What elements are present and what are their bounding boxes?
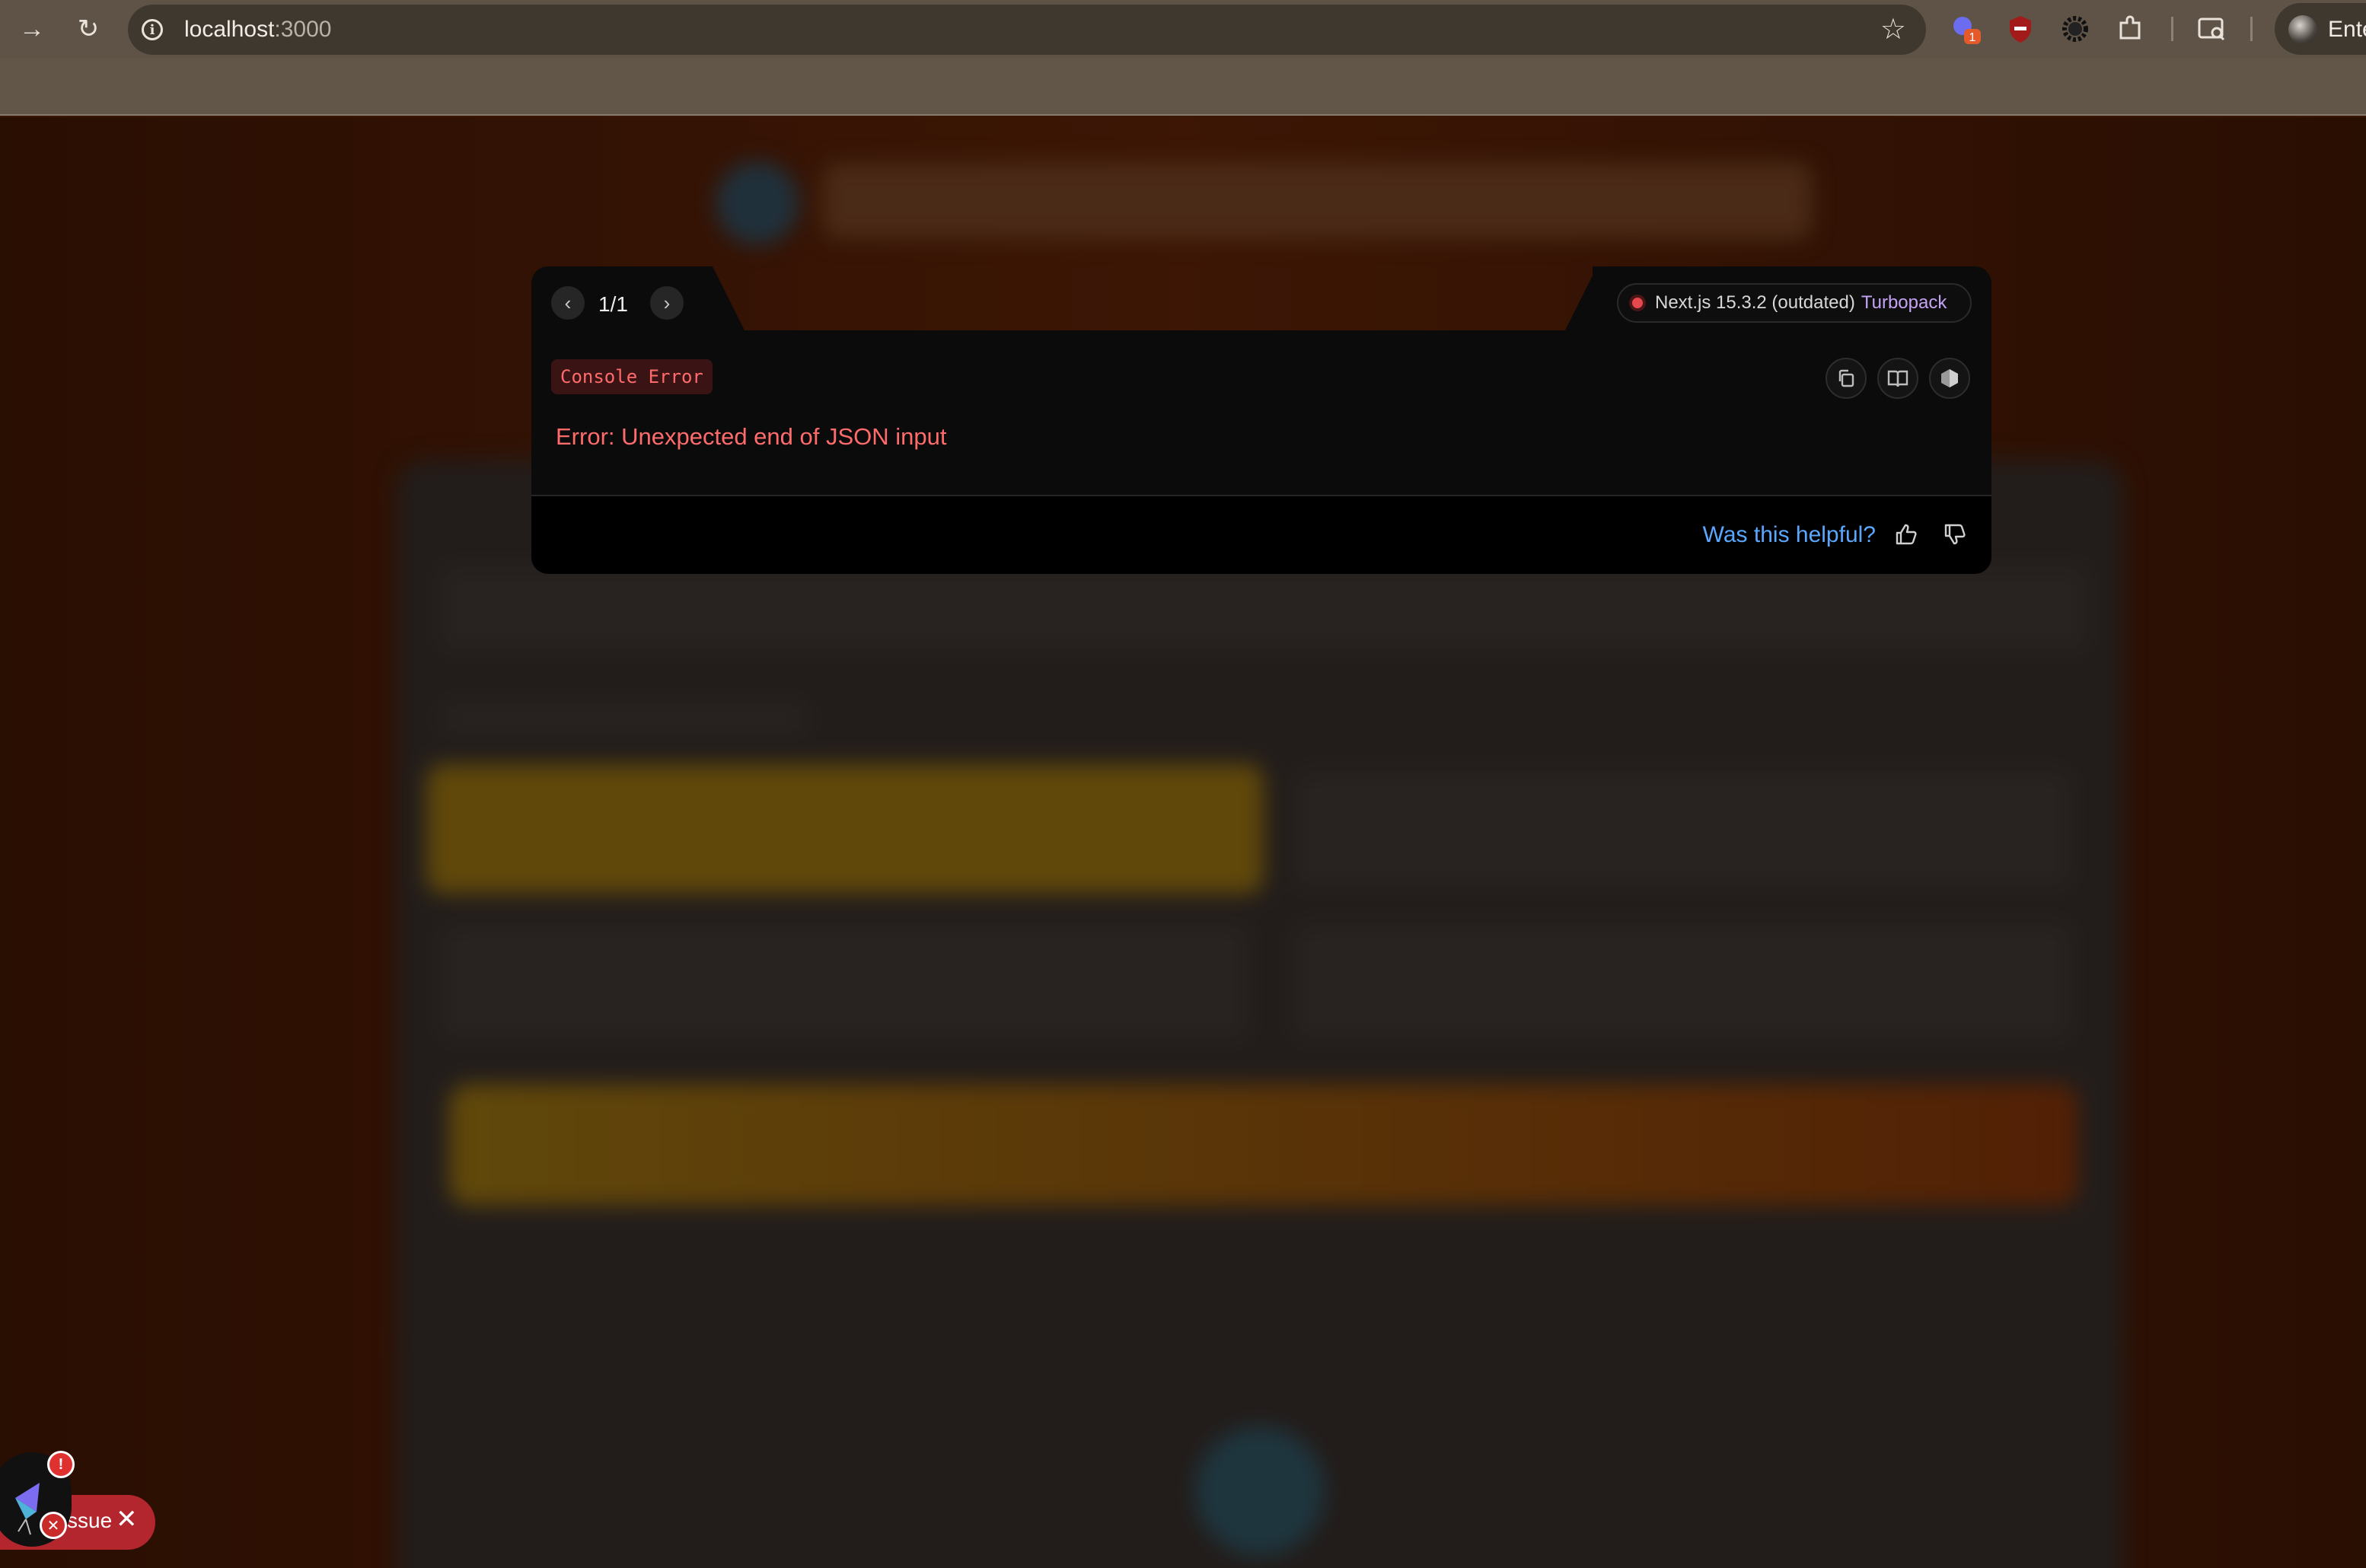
feedback-prompt: Was this helpful?	[1702, 522, 1876, 547]
profile-button[interactable]: Ente	[2275, 3, 2366, 55]
url-text[interactable]: localhost:3000	[184, 17, 331, 43]
profile-label: Ente	[2328, 17, 2366, 42]
dialog-header: ‹ 1/1 › Next.js 15.3.2 (outdated) Turbop…	[531, 266, 1991, 330]
shield-extension-icon[interactable]	[2004, 12, 2037, 46]
forward-icon[interactable]: →	[14, 11, 50, 47]
error-type-badge: Console Error	[551, 359, 713, 394]
copy-stack-icon[interactable]	[1826, 358, 1867, 399]
thumbs-up-icon[interactable]	[1889, 518, 1923, 551]
address-bar[interactable]: i localhost:3000 ☆	[128, 5, 1926, 55]
site-info-icon[interactable]: i	[142, 19, 163, 40]
dialog-body: Console Error Error: Unexpected end of J…	[531, 330, 1991, 495]
error-message: Error: Unexpected end of JSON input	[556, 423, 947, 450]
toolbar-divider	[2250, 17, 2253, 41]
browser-toolbar: → ↻ i localhost:3000 ☆ 1 Ente	[0, 0, 2366, 58]
next-error-icon[interactable]: ›	[650, 286, 684, 320]
framework-version: Next.js 15.3.2 (outdated)	[1655, 292, 1855, 313]
issues-label: ssue	[67, 1509, 113, 1532]
version-indicator[interactable]: Next.js 15.3.2 (outdated) Turbopack	[1617, 283, 1972, 323]
status-dot-icon	[1629, 295, 1646, 311]
tab-search-icon[interactable]	[2195, 12, 2229, 46]
bookmark-star-icon[interactable]: ☆	[1880, 12, 1906, 46]
error-pager: ‹ 1/1 ›	[531, 266, 696, 330]
avatar	[2288, 15, 2317, 44]
extensions-puzzle-icon[interactable]	[2113, 12, 2147, 46]
error-count: 1/1	[598, 292, 628, 316]
bookmarks-bar	[0, 58, 2366, 116]
toolbar-divider	[2171, 17, 2173, 41]
error-count-badge: !	[47, 1451, 75, 1478]
docs-book-icon[interactable]	[1877, 358, 1918, 399]
node-hexagon-icon[interactable]	[1929, 358, 1970, 399]
close-icon[interactable]: ✕	[116, 1504, 138, 1535]
error-overlay-dialog: ‹ 1/1 › Next.js 15.3.2 (outdated) Turbop…	[531, 266, 1991, 574]
extension-badge-count: 1	[1969, 31, 1976, 44]
gear-extension-icon[interactable]	[2058, 12, 2092, 46]
reload-icon[interactable]: ↻	[70, 11, 107, 47]
extension-puzzle-badge-icon[interactable]: 1	[1949, 12, 1982, 46]
dialog-footer: Was this helpful?	[531, 495, 1991, 574]
thumbs-down-icon[interactable]	[1938, 518, 1972, 551]
bundler-label: Turbopack	[1861, 292, 1947, 313]
pager-tab-edge	[691, 266, 745, 330]
dismiss-icon[interactable]: ✕	[40, 1512, 67, 1539]
version-tab: Next.js 15.3.2 (outdated) Turbopack	[1593, 266, 1991, 330]
previous-error-icon[interactable]: ‹	[551, 286, 585, 320]
